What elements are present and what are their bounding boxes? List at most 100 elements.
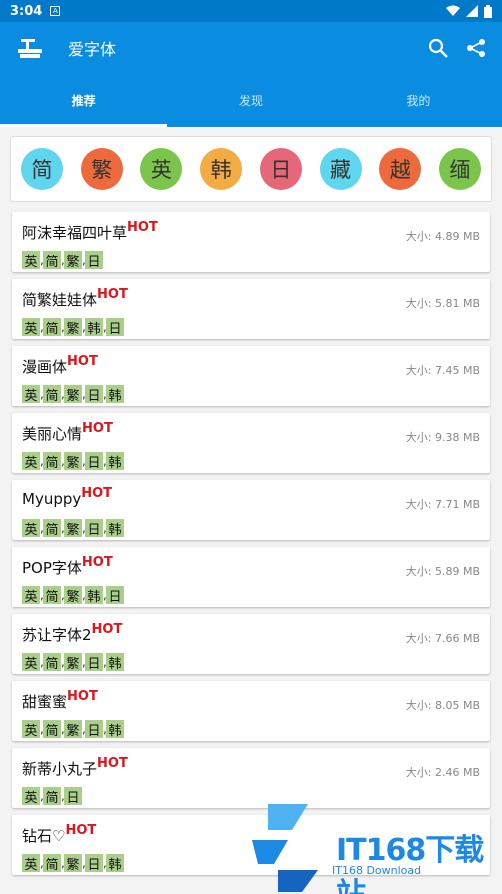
language-tags: 英,简,繁,日,韩 [22, 385, 124, 404]
language-tag: 繁 [64, 720, 82, 739]
hot-badge: HOT [82, 421, 113, 436]
tab-bar: 推荐 发现 我的 [0, 74, 502, 127]
language-filter-card: 简繁英韩日藏越缅 [10, 136, 492, 202]
font-size-label: 大小: [405, 297, 435, 310]
language-tag: 简 [43, 251, 61, 270]
language-filter-button[interactable]: 简 [21, 148, 63, 190]
font-name-row: 简繁娃娃体HOT [22, 287, 128, 310]
signal-icon [466, 5, 478, 17]
language-tag: 简 [43, 318, 61, 337]
language-tag: 日 [64, 787, 82, 806]
font-size-value: 7.66 MB [434, 632, 480, 645]
wifi-icon [446, 5, 460, 16]
font-name-row: 漫画体HOT [22, 354, 98, 377]
language-tag: 日 [106, 586, 124, 605]
language-tag: 繁 [64, 653, 82, 672]
font-name: 阿沫幸福四叶草 [22, 224, 128, 242]
language-tag: 日 [85, 854, 103, 873]
share-icon[interactable] [466, 38, 486, 58]
language-tag: 韩 [106, 519, 124, 538]
font-size-text: 大小: 4.89 MB [406, 228, 480, 244]
font-card[interactable]: 甜蜜蜜HOT 大小: 8.05 MB 英, 简, 繁, 日, 韩 [12, 681, 490, 741]
language-tag: 简 [43, 452, 61, 471]
language-tag: 简 [43, 653, 61, 672]
font-card[interactable]: MyuppyHOT 大小: 7.71 MB 英, 简, 繁, 日, 韩 [12, 480, 490, 540]
language-tag: 韩 [106, 452, 124, 471]
font-size-value: 2.46 MB [434, 766, 480, 779]
app-bar: 爱字体 [0, 22, 502, 74]
language-tag: 英 [22, 318, 40, 337]
font-size-value: 8.05 MB [434, 699, 480, 712]
font-card[interactable]: 钻石♡HOT 英, 简, 繁, 日, 韩 [12, 815, 490, 875]
font-name: 新蒂小丸子 [22, 760, 98, 778]
font-card[interactable]: 新蒂小丸子HOT 大小: 2.46 MB 英, 简, 日 [12, 748, 490, 808]
language-tag: 繁 [64, 318, 82, 337]
tab-discover[interactable]: 发现 [167, 74, 334, 127]
language-filter-button[interactable]: 缅 [438, 148, 481, 190]
font-size-label: 大小: [405, 766, 435, 779]
status-bar: 3:04 A [0, 0, 502, 22]
language-tag: 英 [22, 854, 40, 873]
language-tag: 韩 [106, 653, 124, 672]
font-size-text: 大小: 5.89 MB [406, 563, 480, 579]
language-tag: 韩 [85, 586, 103, 605]
font-name: 简繁娃娃体 [22, 291, 98, 309]
font-size-value: 7.45 MB [434, 364, 480, 377]
font-size-text: 大小: 7.45 MB [406, 362, 480, 378]
language-filter-button[interactable]: 越 [379, 148, 422, 190]
language-filter-button[interactable]: 韩 [200, 148, 243, 190]
font-card[interactable]: 漫画体HOT 大小: 7.45 MB 英, 简, 繁, 日, 韩 [12, 346, 490, 406]
language-tag: 韩 [106, 854, 124, 873]
font-name-row: 美丽心情HOT [22, 421, 113, 444]
font-size-text: 大小: 5.81 MB [406, 295, 480, 311]
language-tag: 简 [43, 586, 61, 605]
language-tag: 日 [85, 720, 103, 739]
language-tag: 英 [22, 586, 40, 605]
font-name: 钻石♡ [22, 827, 66, 845]
font-size-label: 大小: [405, 632, 435, 645]
language-tag: 英 [22, 519, 40, 538]
font-card[interactable]: 苏让字体2HOT 大小: 7.66 MB 英, 简, 繁, 日, 韩 [12, 614, 490, 674]
language-tag: 英 [22, 251, 40, 270]
font-size-text: 大小: 8.05 MB [406, 697, 480, 713]
font-card[interactable]: 阿沫幸福四叶草HOT 大小: 4.89 MB 英, 简, 繁, 日 [12, 212, 490, 272]
font-card[interactable]: 美丽心情HOT 大小: 9.38 MB 英, 简, 繁, 日, 韩 [12, 413, 490, 473]
language-tag: 英 [22, 385, 40, 404]
font-size-text: 大小: 7.71 MB [406, 496, 480, 512]
font-size-label: 大小: [405, 364, 435, 377]
font-card[interactable]: POP字体HOT 大小: 5.89 MB 英, 简, 繁, 韩, 日 [12, 547, 490, 607]
tab-recommend[interactable]: 推荐 [0, 74, 168, 127]
hot-badge: HOT [67, 354, 98, 369]
language-tag: 英 [22, 653, 40, 672]
language-tag: 繁 [64, 452, 82, 471]
language-tag: 日 [85, 519, 103, 538]
language-filter-button[interactable]: 英 [140, 148, 183, 190]
search-icon[interactable] [428, 38, 448, 58]
battery-icon [484, 4, 492, 18]
language-filter-button[interactable]: 藏 [319, 148, 362, 190]
language-tag: 简 [43, 787, 61, 806]
font-size-text: 大小: 7.66 MB [406, 630, 480, 646]
font-size-label: 大小: [405, 431, 435, 444]
language-filter-button[interactable]: 繁 [80, 148, 123, 190]
font-name: POP字体 [22, 559, 82, 577]
font-name-row: 甜蜜蜜HOT [22, 689, 98, 712]
font-name-row: 苏让字体2HOT [22, 622, 122, 645]
language-tag: 繁 [64, 385, 82, 404]
language-tag: 简 [43, 519, 61, 538]
language-tags: 英,简,繁,日,韩 [22, 653, 124, 672]
language-tags: 英,简,繁,韩,日 [22, 586, 124, 605]
language-tag: 日 [85, 452, 103, 471]
hot-badge: HOT [65, 823, 97, 838]
font-size-label: 大小: [405, 699, 435, 712]
language-tag: 简 [43, 854, 61, 873]
font-name: Myuppy [22, 490, 82, 508]
language-tags: 英,简,繁,韩,日 [22, 318, 124, 337]
font-card[interactable]: 简繁娃娃体HOT 大小: 5.81 MB 英, 简, 繁, 韩, 日 [12, 279, 490, 339]
font-name: 美丽心情 [22, 425, 83, 443]
language-filter-button[interactable]: 日 [259, 148, 302, 190]
hot-badge: HOT [81, 555, 113, 570]
font-size-value: 9.38 MB [434, 431, 480, 444]
hot-badge: HOT [97, 756, 128, 771]
tab-mine[interactable]: 我的 [335, 74, 502, 127]
